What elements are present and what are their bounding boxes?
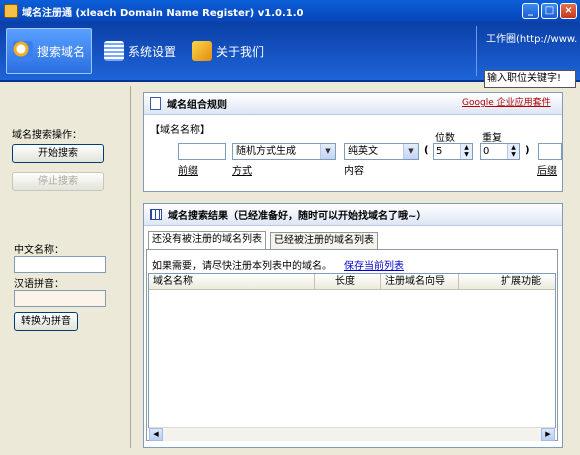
chinese-name-input[interactable] (14, 256, 106, 273)
col-length[interactable]: 长度 (315, 274, 381, 290)
col-extensions[interactable]: 扩展功能 (459, 274, 555, 290)
domain-list[interactable] (148, 273, 556, 428)
close-button[interactable]: × (560, 3, 577, 19)
digits-value: 5 (436, 146, 443, 157)
google-apps-link[interactable]: Google 企业应用套件 (462, 95, 551, 108)
col-register-wizard[interactable]: 注册域名向导 (381, 274, 459, 290)
settings-icon (104, 41, 124, 61)
save-list-link[interactable]: 保存当前列表 (344, 257, 404, 272)
method-value: 随机方式生成 (236, 146, 296, 157)
title-bar: 域名注册通 (xleach Domain Name Register) v1.0… (0, 0, 580, 22)
content-value: 纯英文 (348, 146, 378, 157)
start-search-button[interactable]: 开始搜索 (12, 144, 104, 163)
tab-unregistered[interactable]: 还没有被注册的域名列表 (148, 231, 266, 250)
open-paren: ( (424, 145, 429, 156)
main-toolbar: 搜索域名 系统设置 关于我们 工作圈(http://www. 输入职位关键字! (0, 22, 580, 88)
job-keyword-input[interactable]: 输入职位关键字! (484, 70, 576, 88)
maximize-button[interactable]: □ (541, 3, 558, 19)
toolbar-search-domain[interactable]: 搜索域名 (6, 28, 93, 74)
search-ops-label: 域名搜索操作： (12, 130, 82, 141)
method-select[interactable]: 随机方式生成 ▼ (232, 143, 336, 160)
toolbar-search-domain-label: 搜索域名 (37, 44, 86, 59)
prefix-label: 前缀 (178, 166, 198, 177)
prefix-input[interactable] (178, 143, 226, 160)
suffix-label: 后缀 (537, 166, 557, 177)
digits-label: 位数 (435, 133, 455, 144)
splitter[interactable] (130, 86, 131, 448)
scroll-left-icon[interactable]: ◀ (149, 428, 163, 441)
domain-list-header: 域名名称 长度 注册域名向导 扩展功能 (149, 274, 555, 290)
spin-arrows-icon[interactable]: ▲ ▼ (460, 144, 472, 159)
pinyin-input[interactable] (14, 290, 106, 307)
minimize-button[interactable]: _ (522, 3, 539, 19)
chevron-down-icon: ▼ (320, 144, 335, 159)
spin-arrows-icon[interactable]: ▲ ▼ (507, 144, 519, 159)
chevron-down-icon: ▼ (403, 144, 418, 159)
toolbar-settings-label: 系统设置 (128, 44, 177, 59)
col-domain-name[interactable]: 域名名称 (149, 274, 315, 290)
method-label: 方式 (232, 166, 252, 177)
stop-search-button[interactable]: 停止搜索 (12, 172, 104, 191)
content-select[interactable]: 纯英文 ▼ (344, 143, 419, 160)
convert-pinyin-button[interactable]: 转换为拼音 (14, 312, 78, 331)
home-icon (192, 41, 212, 61)
horizontal-scrollbar[interactable]: ◀ ▶ (149, 427, 555, 441)
workcircle-label: 工作圈(http://www. (486, 34, 578, 45)
repeat-label: 重复 (482, 133, 502, 144)
grid-icon (150, 209, 162, 220)
chinese-name-label: 中文名称： (14, 245, 64, 256)
content-label: 内容 (344, 166, 364, 177)
close-paren: ) (525, 145, 530, 156)
results-title: 域名搜索结果（已经准备好，随时可以开始找域名了哦~） (168, 211, 427, 222)
toolbar-divider (476, 26, 477, 76)
domain-name-label: 【域名名称】 (150, 125, 210, 136)
toolbar-about-label: 关于我们 (216, 44, 265, 59)
repeat-value: 0 (483, 146, 490, 157)
document-icon (150, 97, 161, 110)
pinyin-label: 汉语拼音： (14, 279, 64, 290)
window-title: 域名注册通 (xleach Domain Name Register) v1.0… (22, 7, 304, 19)
digits-stepper[interactable]: 5 ▲ ▼ (433, 143, 473, 160)
scroll-right-icon[interactable]: ▶ (541, 428, 555, 441)
tab-registered[interactable]: 已经被注册的域名列表 (270, 232, 378, 250)
suffix-input[interactable] (538, 143, 562, 160)
app-icon (4, 4, 18, 18)
results-hint: 如果需要，请尽快注册本列表中的域名。 (152, 261, 332, 272)
repeat-stepper[interactable]: 0 ▲ ▼ (480, 143, 520, 160)
toolbar-about[interactable]: 关于我们 (186, 28, 270, 74)
results-header: 域名搜索结果（已经准备好，随时可以开始找域名了哦~） (144, 204, 562, 226)
toolbar-settings[interactable]: 系统设置 (98, 28, 182, 74)
rules-title: 域名组合规则 (167, 100, 227, 111)
search-domain-icon (13, 41, 33, 61)
